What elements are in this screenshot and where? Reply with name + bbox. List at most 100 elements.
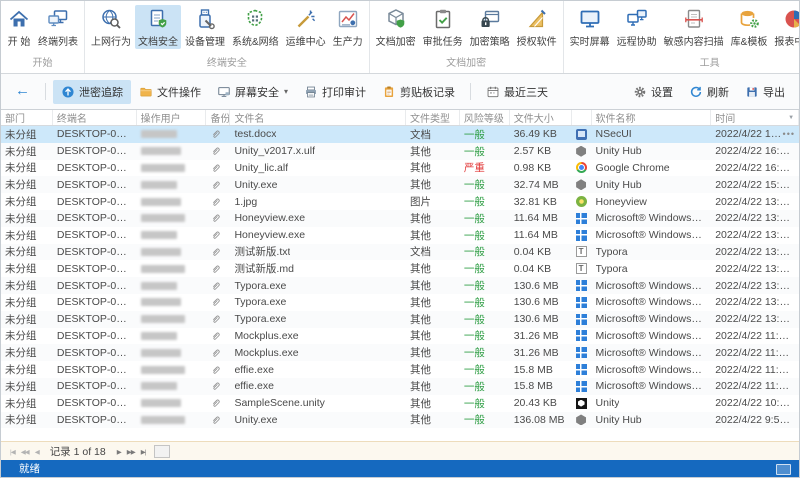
table-row[interactable]: 未分组 DESKTOP-0VIDMDJ Unity.exe 其他 一般 32.74 MB U… (1, 176, 799, 194)
file-type-cell-text: 其他 (409, 313, 431, 326)
export-button[interactable]: 导出 (743, 81, 787, 103)
ribbon-item-home[interactable]: 开 始 (4, 5, 34, 49)
column-header-file-size[interactable]: 文件大小 (510, 110, 572, 125)
software-name-cell: Microsoft® Windows® Oper... (592, 328, 712, 345)
column-header-file-name[interactable]: 文件名 (230, 110, 406, 125)
terminal-name-cell-text: DESKTOP-0VIDMDJ (56, 397, 133, 410)
column-header-time[interactable]: 时间 ▼ (711, 110, 799, 125)
ribbon-item-remote-assist[interactable]: 远程协助 (614, 5, 660, 49)
table-row[interactable]: 未分组 DESKTOP-0VIDMDJ 测试新版.md 其他 一般 0.04 KB Typo… (1, 260, 799, 278)
table-row[interactable]: 未分组 DESKTOP-0VIDMDJ Mockplus.exe 其他 一般 31.26 … (1, 344, 799, 362)
table-row[interactable]: 未分组 DESKTOP-0VIDMDJ test.docx 文档 一般 36.49 KB N… (1, 126, 799, 143)
refresh-button[interactable]: 刷新 (687, 81, 731, 103)
ribbon-item-system-network[interactable]: 系统&网络 (229, 5, 282, 49)
pager-prev-button[interactable]: ◀ (32, 448, 42, 457)
ribbon-item-web-behavior[interactable]: 上网行为 (88, 5, 134, 49)
ribbon-group-caption: 文档加密 (446, 58, 487, 69)
ribbon-item-ops-center[interactable]: 运维中心 (283, 5, 329, 49)
pager-extra-button[interactable] (154, 444, 171, 458)
time-cell: 2022/4/22 9:51:17 (711, 412, 799, 429)
department-cell-text: 未分组 (5, 212, 37, 225)
leak-trace-button[interactable]: 泄密追踪 (53, 79, 131, 104)
terminal-name-cell: DESKTOP-0VIDMDJ (53, 378, 137, 395)
terminal-name-cell-text: DESKTOP-0VIDMDJ (56, 229, 133, 242)
table-row[interactable]: 未分组 DESKTOP-0VIDMDJ Typora.exe 其他 一般 130.6 MB… (1, 277, 799, 294)
risk-level-cell: 一般 (460, 412, 510, 429)
table-row[interactable]: 未分组 DESKTOP-0VIDMDJ Honeyview.exe 其他 一般 11.64… (1, 209, 799, 227)
column-header-operator[interactable]: 操作用户 (137, 110, 207, 125)
ribbon-item-productivity[interactable]: 生产力 (330, 5, 366, 49)
file-size-cell: 11.64 MB (510, 227, 572, 244)
ribbon-item-sensitive-scan[interactable]: 敏感内容扫描 (661, 5, 727, 49)
date-filter-button[interactable]: 最近三天 (478, 80, 556, 104)
column-header-department[interactable]: 部门 (1, 110, 53, 125)
input-indicator-icon (776, 464, 791, 475)
table-row[interactable]: 未分组 DESKTOP-0VIDMDJ effie.exe 其他 一般 15.8 MB Mi… (1, 361, 799, 378)
column-header-software-name[interactable]: 软件名称 (592, 110, 712, 125)
file-name-cell-text: Unity.exe (234, 178, 278, 191)
file-ops-button[interactable]: 文件操作 (131, 80, 209, 104)
column-header-terminal-name[interactable]: 终端名 (53, 110, 137, 125)
risk-badge: 一般 (463, 196, 485, 209)
table-row[interactable]: 未分组 DESKTOP-0VIDMDJ 测试新版.txt 文档 一般 0.04 KB Typ… (1, 243, 799, 261)
operator-cell (137, 160, 207, 177)
ribbon-item-licensed-software[interactable]: 授权软件 (514, 5, 560, 49)
column-header-file-type[interactable]: 文件类型 (406, 110, 460, 125)
pager-first-button[interactable]: |◀ (7, 448, 18, 457)
clipboard-record-button[interactable]: 剪贴板记录 (374, 80, 463, 104)
table-row[interactable]: 未分组 DESKTOP-0VIDMDJ SampleScene.unity 其他 一般 2… (1, 394, 799, 412)
file-type-cell: 其他 (406, 176, 460, 193)
settings-button[interactable]: 设置 (631, 81, 675, 103)
ribbon-item-device-manage[interactable]: 设备管理 (182, 5, 228, 49)
column-header-software-icon[interactable] (572, 110, 592, 125)
table-row[interactable]: 未分组 DESKTOP-0VIDMDJ Unity_v2017.x.ulf 其他 一般 2… (1, 142, 799, 160)
table-row[interactable]: 未分组 DESKTOP-0VIDMDJ Mockplus.exe 其他 一般 31.26 … (1, 327, 799, 345)
file-size-cell: 0.98 KB (510, 160, 572, 177)
ribbon-item-encrypt-policy[interactable]: 加密策略 (467, 5, 513, 49)
software-name-cell-text: Unity Hub (595, 413, 642, 426)
ribbon-item-label: 远程协助 (616, 37, 657, 48)
ribbon-item-terminal-list[interactable]: 终端列表 (35, 5, 81, 49)
time-cell-text: 2022/4/22 17:37:18 (715, 128, 782, 141)
risk-level-cell: 一般 (460, 126, 510, 143)
terminal-name-cell: DESKTOP-0VIDMDJ (53, 160, 137, 177)
operator-redacted (140, 382, 177, 391)
table-row[interactable]: 未分组 DESKTOP-0VIDMDJ Typora.exe 其他 一般 130.6 MB… (1, 310, 799, 328)
pager-last-button[interactable]: ▶| (138, 448, 149, 457)
file-name-cell: 测试新版.txt (230, 244, 406, 261)
print-audit-button[interactable]: 打印审计 (296, 80, 374, 104)
terminal-name-cell-text: DESKTOP-0VIDMDJ (56, 128, 133, 141)
ribbon-item-doc-encrypt[interactable]: 文档加密 (373, 5, 419, 49)
ribbon-item-approval-task[interactable]: 审批任务 (420, 5, 466, 49)
file-type-cell: 其他 (406, 311, 460, 328)
file-type-cell-text: 其他 (409, 296, 431, 309)
table-row[interactable]: 未分组 DESKTOP-0VIDMDJ Honeyview.exe 其他 一般 11.64… (1, 226, 799, 244)
ribbon-item-report-center[interactable]: 报表中心 (771, 5, 799, 49)
table-row[interactable]: 未分组 DESKTOP-0VIDMDJ Unity_lic.alf 其他 严重 0.98 … (1, 159, 799, 177)
column-header-risk-level[interactable]: 风险等级 (460, 110, 510, 125)
software-icon-cell (572, 378, 592, 395)
pager-next-page-button[interactable]: ▶▶ (124, 448, 138, 457)
pager-prev-page-button[interactable]: ◀◀ (18, 448, 32, 457)
file-size-cell: 130.6 MB (510, 277, 572, 294)
column-header-backup[interactable]: 备份 (206, 110, 231, 125)
terminal-name-cell: DESKTOP-0VIDMDJ (53, 395, 137, 412)
department-cell-text: 未分组 (5, 347, 37, 360)
pager-next-button[interactable]: ▶ (114, 448, 124, 457)
software-icon-cell (572, 126, 592, 143)
approval-task-icon (431, 7, 455, 31)
table-row[interactable]: 未分组 DESKTOP-0VIDMDJ Typora.exe 其他 一般 130.6 MB… (1, 293, 799, 311)
screen-security-button[interactable]: 屏幕安全 ▾ (209, 80, 296, 104)
table-row[interactable]: 未分组 DESKTOP-0VIDMDJ Unity.exe 其他 一般 136.08 MB… (1, 411, 799, 429)
table-row[interactable]: 未分组 DESKTOP-0VIDMDJ effie.exe 其他 一般 15.8 MB Mi… (1, 377, 799, 395)
terminal-name-cell-text: DESKTOP-0VIDMDJ (56, 178, 133, 191)
table-row[interactable]: 未分组 DESKTOP-0VIDMDJ 1.jpg 图片 一般 32.81 KB Honey… (1, 193, 799, 210)
ribbon-item-library-template[interactable]: 库&模板 (728, 5, 771, 49)
row-more-icon[interactable]: ••• (783, 129, 795, 139)
ribbon-item-live-screen[interactable]: 实时屏幕 (567, 5, 613, 49)
file-size-cell: 136.08 MB (510, 412, 572, 429)
backup-cell (206, 395, 230, 412)
ribbon-item-doc-security[interactable]: 文档安全 (135, 5, 181, 49)
back-arrow-icon[interactable]: ← (11, 81, 38, 102)
column-header-label: 风险等级 (463, 114, 504, 125)
